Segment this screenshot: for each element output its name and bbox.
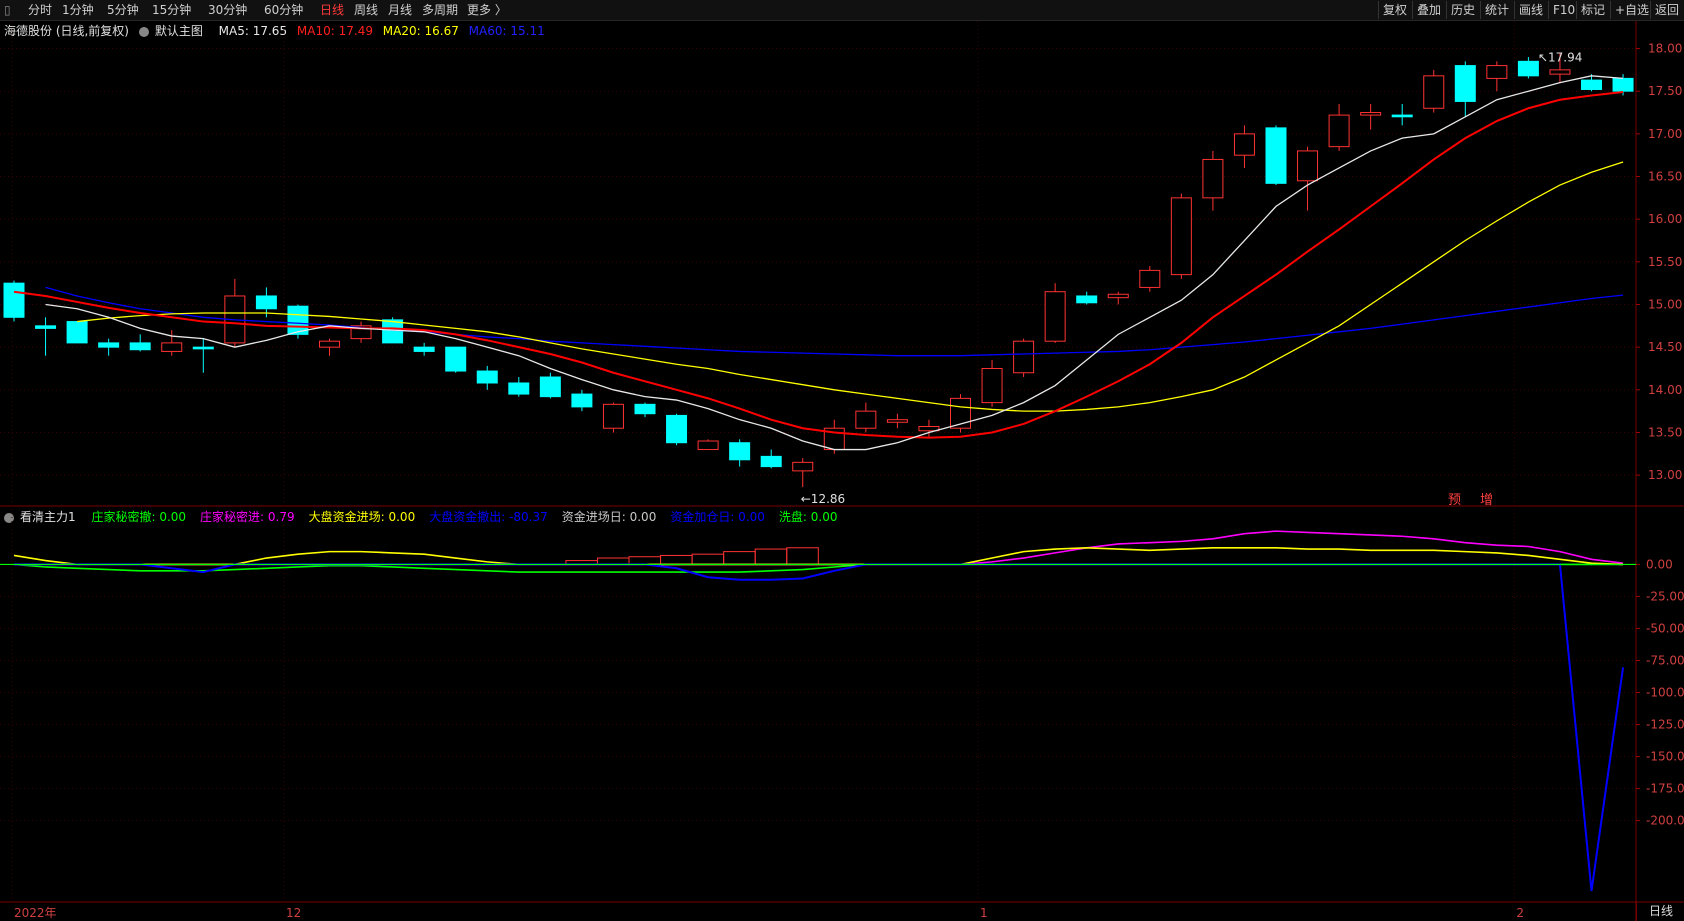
indicator-tick-label: -25.00	[1646, 589, 1684, 603]
date-label: 2022年	[14, 906, 57, 920]
fund-bar	[660, 554, 693, 565]
indicator-tick-label: 0.00	[1646, 557, 1673, 571]
candle-body	[760, 455, 782, 468]
candle-body	[319, 340, 340, 348]
candle-body	[476, 370, 498, 384]
candle-body	[634, 403, 656, 415]
indicator-tick-label: -125.00	[1646, 718, 1684, 732]
price-tick-label: 16.50	[1648, 170, 1682, 184]
price-tick-label: 18.00	[1648, 42, 1682, 56]
candle-body	[1454, 65, 1476, 102]
candle-body	[1013, 340, 1035, 374]
indicator-line	[13, 563, 1624, 573]
price-tick-label: 15.00	[1648, 297, 1682, 311]
indicator-tick-label: -100.00	[1646, 686, 1684, 700]
candle-body	[1549, 69, 1571, 75]
fund-bar	[723, 551, 756, 565]
date-label: 12	[286, 906, 301, 920]
candle-body	[508, 382, 530, 395]
candle-body	[981, 367, 1003, 404]
candle-body	[571, 393, 593, 408]
candle-body	[161, 342, 183, 352]
candle-body	[729, 442, 751, 461]
kline-chart[interactable]: 18.00 17.50 17.00 16.50 16.00 15.50 15.00 14.50…	[0, 0, 1684, 921]
warn-marker: 增	[1480, 493, 1493, 508]
candle-body	[1076, 295, 1098, 304]
candle-body	[3, 282, 25, 318]
low-price-label: ←12.86	[801, 492, 845, 506]
candle-body	[539, 376, 561, 398]
candle-body	[66, 321, 88, 344]
ma60-line	[45, 286, 1624, 357]
fund-bar	[786, 547, 819, 565]
candle-body	[255, 295, 277, 310]
candle-body	[792, 461, 814, 472]
candle-body	[98, 342, 120, 348]
ma5-line	[45, 75, 1624, 451]
candle-body	[445, 346, 467, 372]
candle-body	[1297, 150, 1319, 182]
price-tick-label: 14.50	[1648, 340, 1682, 354]
candle-body	[382, 319, 404, 344]
candle-body	[1612, 77, 1634, 92]
candle-body	[413, 346, 435, 352]
price-tick-label: 15.50	[1648, 255, 1682, 269]
price-tick-label: 13.00	[1648, 468, 1682, 482]
price-tick-label: 17.50	[1648, 84, 1682, 98]
indicator-tick-label: -200.00	[1646, 814, 1684, 828]
candle-body	[1486, 65, 1508, 79]
candle-body	[1423, 75, 1445, 109]
candle-body	[1328, 114, 1350, 148]
candle-body	[1517, 60, 1539, 77]
candle-body	[855, 410, 877, 429]
candle-body	[192, 346, 214, 350]
indicator-tick-label: -175.00	[1646, 782, 1684, 796]
candle-body	[129, 342, 151, 351]
candle-body	[1391, 114, 1413, 118]
price-tick-label: 17.00	[1648, 127, 1682, 141]
candle-body	[1202, 158, 1224, 199]
candle-body	[1139, 269, 1161, 288]
candle-body	[1107, 293, 1129, 299]
candle-body	[697, 440, 719, 451]
forecast-marker: 预	[1448, 493, 1461, 508]
fund-bar	[691, 553, 725, 565]
fund-bar	[628, 556, 662, 565]
price-tick-label: 16.00	[1648, 212, 1682, 226]
fund-bar	[754, 548, 788, 565]
price-tick-label: 13.50	[1648, 425, 1682, 439]
candle-body	[1360, 112, 1382, 116]
candle-body	[1265, 127, 1287, 184]
period-indicator[interactable]: 日线	[1636, 902, 1684, 921]
candle-body	[886, 419, 908, 423]
ma20-line	[77, 161, 1624, 412]
candle-body	[1233, 133, 1255, 156]
indicator-tick-label: -150.00	[1646, 750, 1684, 764]
high-price-label: ↖17.94	[1538, 51, 1582, 65]
indicator-tick-label: -50.00	[1646, 621, 1684, 635]
indicator-line	[14, 563, 1625, 892]
indicator-tick-label: -75.00	[1646, 653, 1684, 667]
candle-body	[1581, 79, 1602, 90]
date-label: 1	[980, 906, 988, 920]
candle-body	[666, 414, 688, 444]
candle-body	[1044, 291, 1066, 342]
candle-body	[35, 325, 57, 329]
date-label: 2	[1516, 906, 1524, 920]
candle-body	[1170, 197, 1192, 276]
ma10-line	[13, 91, 1624, 439]
price-tick-label: 14.00	[1648, 383, 1682, 397]
candle-body	[602, 403, 624, 429]
